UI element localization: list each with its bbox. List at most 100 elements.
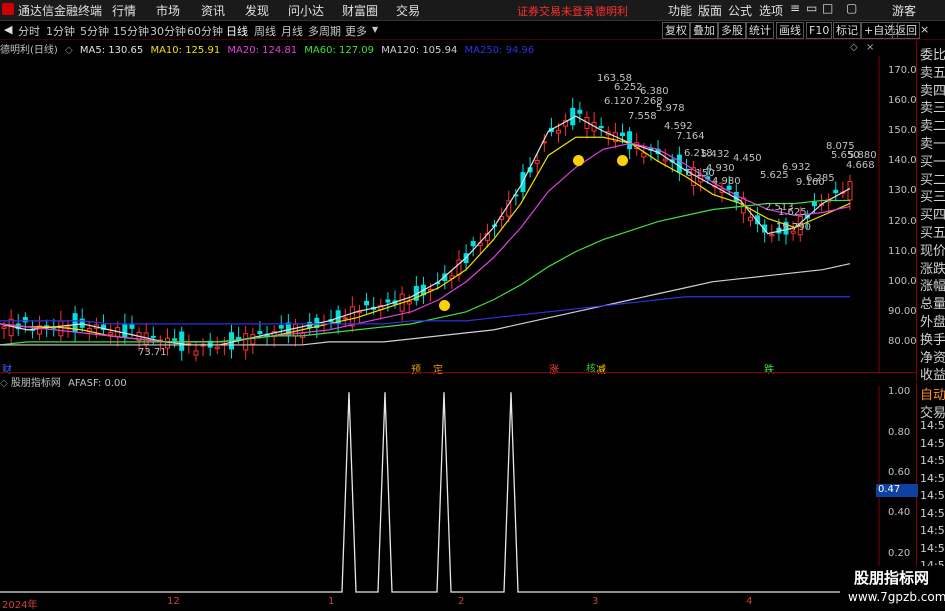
quote-panel-row[interactable]: 收益 (920, 364, 945, 383)
candle-body (257, 331, 263, 335)
period-more[interactable]: 更多 (345, 23, 367, 39)
candle-body (278, 325, 284, 329)
menu-item-news[interactable]: 资讯 (201, 2, 225, 19)
candle-body (193, 350, 199, 356)
time-tick: 3 (592, 596, 599, 607)
period-1min[interactable]: 1分钟 (46, 23, 75, 39)
minimize-icon[interactable]: ▭ (806, 1, 817, 15)
quote-panel-row[interactable]: 买二 (920, 169, 945, 188)
restore-icon[interactable]: ▢ (846, 1, 857, 15)
multi-stock-button[interactable]: 多股 (718, 22, 746, 39)
signal-label: 减 (596, 365, 606, 376)
quote-panel-row[interactable]: 卖四 (920, 80, 945, 99)
f10-button[interactable]: F10 (806, 22, 833, 39)
trade-panel-row[interactable]: 14:56 (920, 542, 945, 555)
menu-item-options[interactable]: 选项 (759, 2, 783, 19)
menu-item-formula[interactable]: 公式 (728, 2, 752, 19)
ma5-label: MA5: 130.65 (79, 45, 144, 56)
chart-close-icon[interactable]: × (866, 42, 874, 53)
candle-body (470, 241, 476, 247)
chart-annotation: 7.164 (676, 131, 705, 142)
menu-item-trade[interactable]: 交易 (396, 2, 420, 19)
trade-panel-row[interactable]: 交易 (920, 402, 945, 421)
candle-body (1, 326, 7, 329)
ma10-label: MA10: 125.91 (150, 45, 221, 56)
quote-panel-row[interactable]: 卖三 (920, 97, 945, 116)
menu-item-function[interactable]: 功能 (668, 2, 692, 19)
more-dropdown-icon[interactable]: ▼ (372, 25, 378, 34)
candle-body (620, 132, 626, 137)
period-daily[interactable]: 日线 (226, 23, 248, 39)
period-monthly[interactable]: 月线 (281, 23, 303, 39)
smiley-icon (573, 155, 584, 166)
watermark-url: www.7gpzb.com (848, 590, 945, 604)
quote-panel-row[interactable]: 卖二 (920, 115, 945, 134)
window-menu-icon[interactable]: ≡ (790, 1, 800, 15)
adjust-button[interactable]: 复权 (662, 22, 690, 39)
back-button[interactable]: 返回 (892, 22, 920, 39)
quote-panel-row[interactable]: 卖五 (920, 62, 945, 81)
quote-panel-row[interactable]: 总量 (920, 293, 945, 312)
quote-panel-row[interactable]: 买四 (920, 204, 945, 223)
menu-item-discover[interactable]: 发现 (245, 2, 269, 19)
quote-panel-row[interactable]: 现价 (920, 240, 945, 259)
quote-panel-row[interactable]: 净资 (920, 347, 945, 366)
menu-item-market[interactable]: 市场 (156, 2, 180, 19)
chart-annotation: 5.432 (701, 149, 730, 160)
price-chart[interactable] (0, 56, 880, 372)
menu-item-layout[interactable]: 版面 (698, 2, 722, 19)
quote-panel-row[interactable]: 买三 (920, 186, 945, 205)
quote-panel-row[interactable]: 卖一 (920, 133, 945, 152)
trade-panel-row[interactable]: 14:56 (920, 472, 945, 485)
period-60min[interactable]: 60分钟 (187, 23, 223, 39)
draw-line-button[interactable]: 画线 (776, 22, 804, 39)
time-tick: 4 (746, 596, 753, 607)
quote-panel-row[interactable]: 委比 (920, 44, 945, 63)
chart-settings-icon[interactable]: ◇ (850, 42, 858, 53)
indicator-axis-tick: 0.20 (888, 547, 911, 559)
menu-item-wealth[interactable]: 财富圈 (342, 2, 378, 19)
candle-body (150, 335, 156, 338)
ma-line-ma120 (0, 263, 851, 346)
quote-panel-row[interactable]: 涨跌 (920, 258, 945, 277)
chart-annotation: 5.880 (848, 150, 877, 161)
overlay-button[interactable]: 叠加 (690, 22, 718, 39)
period-multi[interactable]: 多周期 (308, 23, 341, 39)
chart-annotation: 7.558 (628, 111, 657, 122)
collapse-icon[interactable]: ◀ (4, 23, 12, 36)
quote-panel-row[interactable]: 外盘 (920, 311, 945, 330)
login-warning[interactable]: 证券交易未登录 (517, 3, 594, 19)
period-15min[interactable]: 15分钟 (113, 23, 149, 39)
stock-name-title: 德明利 (595, 5, 628, 18)
quote-panel-row[interactable]: 买一 (920, 151, 945, 170)
trade-panel-row[interactable]: 14:56 (920, 437, 945, 450)
chart-annotation: 6.120 (604, 96, 633, 107)
maximize-icon[interactable]: □ (822, 1, 833, 15)
period-30min[interactable]: 30分钟 (150, 23, 186, 39)
quote-panel-row[interactable]: 涨幅 (920, 275, 945, 294)
trade-panel-row[interactable]: 14:56 (920, 419, 945, 432)
period-timeshare[interactable]: 分时 (18, 23, 40, 39)
quote-panel-row[interactable]: 买五 (920, 222, 945, 241)
quote-panel-row[interactable]: 换手 (920, 329, 945, 348)
mark-button[interactable]: 标记 (833, 22, 861, 39)
chart-annotation: 6.252 (614, 82, 643, 93)
period-5min[interactable]: 5分钟 (80, 23, 109, 39)
chart-annotation: 5.978 (656, 103, 685, 114)
trade-panel-row[interactable]: 14:56 (920, 454, 945, 467)
trade-panel-row[interactable]: 14:56 (920, 524, 945, 537)
period-weekly[interactable]: 周线 (254, 23, 276, 39)
statistics-button[interactable]: 统计 (746, 22, 774, 39)
indicator-chart[interactable] (0, 386, 880, 594)
menu-item-ask[interactable]: 问小达 (288, 2, 324, 19)
close-icon[interactable]: × (920, 23, 929, 36)
trade-panel-row[interactable]: 自动 (920, 384, 945, 403)
trade-panel-row[interactable]: 14:56 (920, 507, 945, 520)
candle-body (342, 317, 348, 320)
candle-body (847, 181, 853, 201)
trade-panel-row[interactable]: 14:56 (920, 489, 945, 502)
guest-label[interactable]: 游客 (892, 2, 916, 19)
menu-item-quotes[interactable]: 行情 (112, 2, 136, 19)
legend-toggle-icon[interactable]: ◇ (65, 45, 73, 56)
candle-body (556, 129, 562, 134)
